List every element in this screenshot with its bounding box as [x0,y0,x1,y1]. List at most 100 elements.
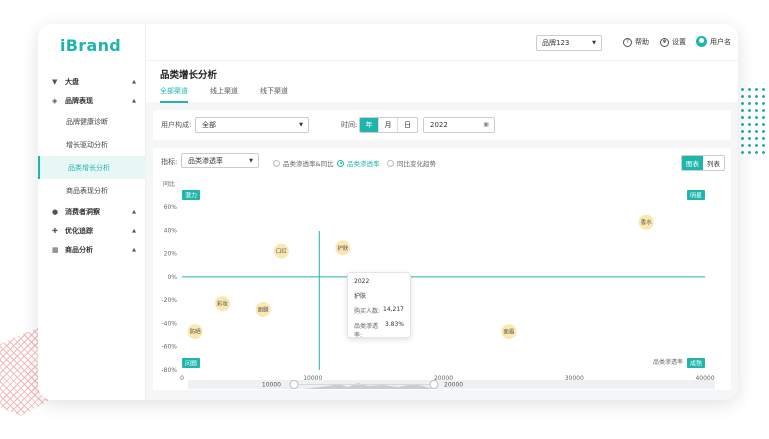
sidebar-item-category-growth[interactable]: 品类增长分析 [38,156,146,179]
chart-card: 指标: 品类渗透率 ▼ 品类渗透率&同比 品类渗透率 同比变化趋势 图表 列表 … [153,148,731,390]
sidebar-item-brand-health[interactable]: 品牌健康诊断 [38,110,146,133]
data-point-label: 香水 [641,218,653,226]
sidebar-item-label: 大盘 [65,77,79,86]
tooltip-year: 2022 [354,278,370,285]
range-slider-handle-left[interactable] [289,380,299,389]
help-link[interactable]: ? 帮助 [623,37,649,47]
y-tick-label: -80% [161,367,177,374]
settings-link[interactable]: ✻ 设置 [660,37,686,47]
sidebar-item-label: 品类增长分析 [68,163,110,172]
sidebar-item-consumer-insight[interactable]: ● 消费者洞察 ▲ [38,202,146,221]
sidebar-item-optimization[interactable]: ✚ 优化追踪 ▲ [38,221,146,240]
calendar-icon: ▣ [483,121,489,128]
y-tick-label: 0% [167,274,177,281]
y-tick-label: 40% [164,227,178,234]
page-header: 品类增长分析 全部渠道 线上渠道 线下渠道 [146,60,738,103]
data-point-label: 面霜 [503,329,515,336]
dashboard-icon: ▼ [52,77,58,86]
tooltip-row-rate: 品类渗透率: 3.83% [354,321,404,339]
chevron-up-icon: ▲ [132,97,136,104]
tooltip-label: 购买人数: [354,308,381,315]
tooltip-category: 护肤 [354,293,367,300]
brand-select[interactable]: 品牌123 ▼ [536,35,602,51]
settings-label: 设置 [672,38,686,46]
sidebar-item-label: 品牌表现 [65,96,93,105]
data-point-label: 防晒 [190,328,202,336]
tooltip-value: 14,217 [383,306,404,313]
screen: iBrand ▼ 大盘 ▲ ◈ 品牌表现 ▲ 品牌健康诊断 增长驱动分析 品类增… [0,0,769,439]
user-composition-label: 用户构成: [161,121,192,129]
sidebar-item-product-performance[interactable]: 商品表现分析 [38,179,146,202]
sidebar: iBrand ▼ 大盘 ▲ ◈ 品牌表现 ▲ 品牌健康诊断 增长驱动分析 品类增… [38,24,146,400]
chevron-up-icon: ▲ [132,246,136,253]
tooltip-label: 品类渗透率: [354,323,379,339]
topbar: 品牌123 ▼ ? 帮助 ✻ 设置 用户名 [146,24,738,60]
range-to-label: 20000 [444,382,463,389]
tooltip-row-buyers: 购买人数: 14,217 [354,306,404,315]
gear-icon: ✻ [660,37,669,47]
y-tick-label: 60% [164,204,178,211]
user-icon: ● [52,207,59,216]
brand-select-value: 品牌123 [542,39,570,47]
quadrant-label: 潜力 [185,192,197,200]
tab-online-channels[interactable]: 线上渠道 [210,86,238,103]
app-logo: iBrand [60,36,122,55]
sidebar-item-label: 品牌健康诊断 [66,117,108,126]
user-menu[interactable]: 用户名 [696,36,731,47]
chevron-down-icon: ▼ [592,40,596,46]
main-area: 品牌123 ▼ ? 帮助 ✻ 设置 用户名 品类增长分析 全部渠道 线上渠道 线… [146,24,738,400]
sidebar-item-growth-driver[interactable]: 增长驱动分析 [38,133,146,156]
data-point-label: 护肤 [337,244,349,252]
quadrant-label: 成熟 [690,360,702,368]
decor-dots [739,86,769,156]
page-title: 品类增长分析 [160,70,218,81]
tooltip-value: 3.83% [384,321,404,328]
y-axis-label: 同比 [163,180,175,188]
filter-bar: 用户构成: 全部 ▼ 时间: 年 月 日 2022 ▣ [153,110,731,140]
x-axis-label: 品类渗透率 [653,358,683,366]
chart-tooltip: 2022 护肤 购买人数: 14,217 品类渗透率: 3.83% [347,272,411,339]
user-composition-value: 全部 [202,121,216,129]
user-name: 用户名 [710,37,731,46]
y-tick-label: 20% [164,251,178,258]
app-window: iBrand ▼ 大盘 ▲ ◈ 品牌表现 ▲ 品牌健康诊断 增长驱动分析 品类增… [38,24,738,400]
help-icon: ? [623,37,632,47]
date-value: 2022 [430,121,448,129]
channel-tabs: 全部渠道 线上渠道 线下渠道 [160,86,310,103]
chevron-up-icon: ▲ [132,208,136,215]
sidebar-item-dashboard[interactable]: ▼ 大盘 ▲ [38,72,146,91]
data-point-label: 面膜 [258,305,270,313]
quadrant-label: 问题 [185,360,197,368]
sidebar-item-brand-performance[interactable]: ◈ 品牌表现 ▲ [38,91,146,110]
layers-icon: ◈ [52,96,58,105]
sidebar-item-label: 商品表现分析 [66,186,108,195]
x-tick-label: 0 [180,375,184,382]
avatar [696,36,707,47]
time-label: 时间: [341,121,358,129]
range-slider-handle-right[interactable] [429,380,439,389]
data-point-label: 彩妆 [217,300,229,308]
chevron-up-icon: ▲ [132,227,136,234]
tab-all-channels[interactable]: 全部渠道 [160,86,188,103]
scatter-chart: 同比 60% 40% 20% 0% -20% -40% -60% -80%0 10000 20000… [161,180,715,389]
date-picker[interactable]: 2022 ▣ [423,117,495,133]
period-month[interactable]: 月 [379,118,398,132]
target-icon: ✚ [52,226,58,235]
data-point-label: 口红 [276,247,288,255]
sidebar-item-product-analysis[interactable]: ▦ 商品分析 ▲ [38,240,146,259]
user-composition-select[interactable]: 全部 ▼ [195,117,309,133]
tab-offline-channels[interactable]: 线下渠道 [260,86,288,103]
sidebar-item-label: 优化追踪 [65,226,93,235]
sidebar-menu: ▼ 大盘 ▲ ◈ 品牌表现 ▲ 品牌健康诊断 增长驱动分析 品类增长分析 商品表… [38,72,146,259]
y-tick-label: -60% [161,344,177,351]
chevron-up-icon: ▲ [132,78,136,85]
range-from-label: 10000 [262,382,281,389]
sidebar-item-label: 消费者洞察 [65,207,100,216]
period-toggle: 年 月 日 [359,117,418,133]
grid-icon: ▦ [52,245,59,254]
quadrant-label: 明星 [690,193,702,200]
y-tick-label: -40% [161,320,177,327]
y-tick-label: -20% [161,297,177,304]
period-day[interactable]: 日 [398,118,417,132]
period-year[interactable]: 年 [360,118,379,132]
